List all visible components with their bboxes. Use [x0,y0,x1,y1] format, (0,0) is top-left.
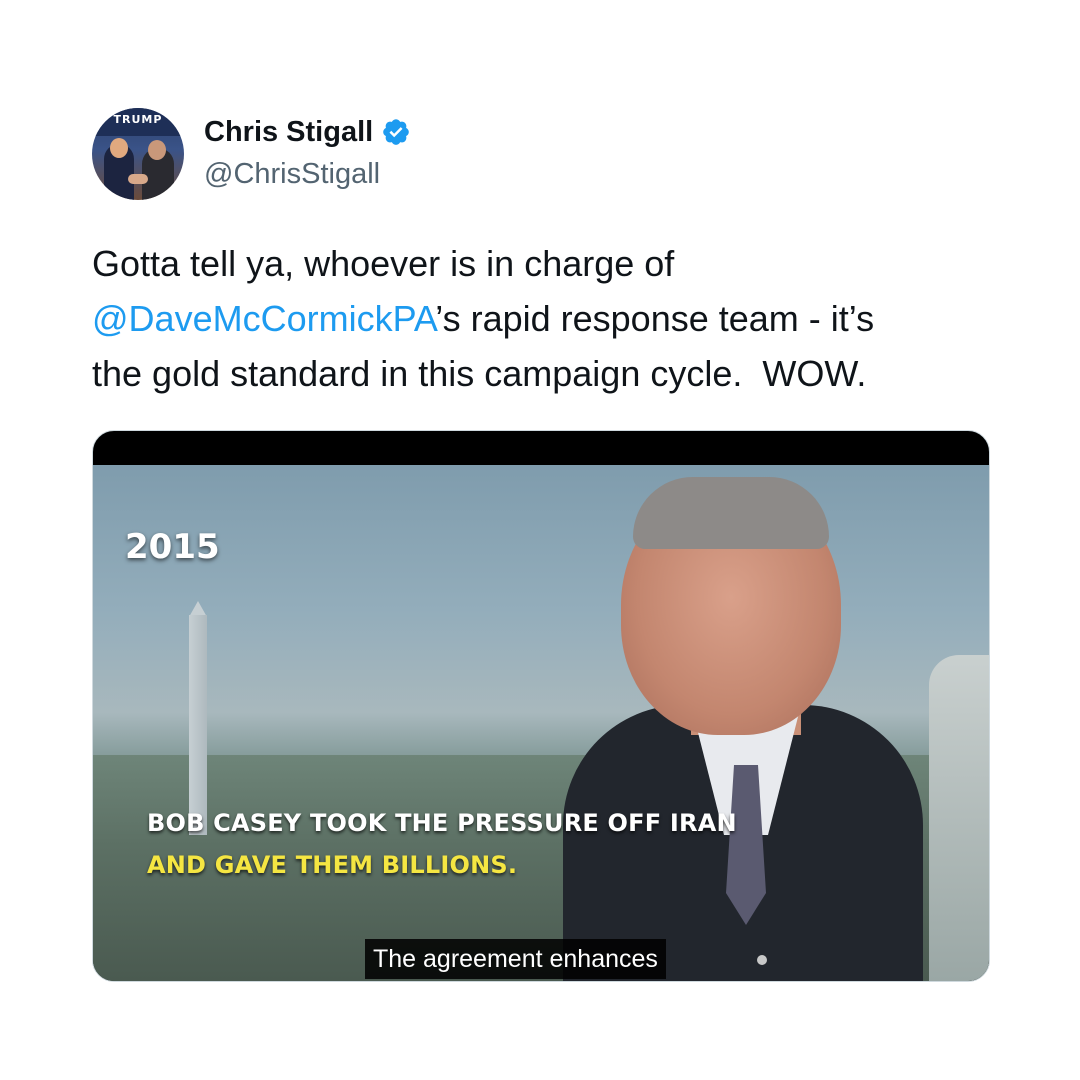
monument-image [189,615,207,835]
mention-link[interactable]: @DaveMcCormickPA [92,298,435,339]
avatar-banner-text: TRUMP [113,113,163,126]
caption-line-2: AND GAVE THEM BILLIONS. [147,851,518,879]
speaker-image [563,465,923,981]
author-handle[interactable]: @ChrisStigall [204,158,380,191]
author-name-row: Chris Stigall [204,112,411,152]
tweet-line-2: ’s rapid response team - it’s [435,298,875,339]
tweet-header: TRUMP Chris Stigall @ChrisStigall [92,104,892,200]
tweet-text: Gotta tell ya, whoever is in charge of @… [92,236,1002,401]
tweet-line-1: Gotta tell ya, whoever is in charge of [92,243,675,284]
video-subtitle: The agreement enhances [365,939,666,979]
year-label: 2015 [125,527,220,567]
author-avatar[interactable]: TRUMP [92,108,184,200]
subtitle-dot [757,955,767,965]
author-name[interactable]: Chris Stigall [204,116,373,149]
video-frame: 2015 BOB CASEY TOOK THE PRESSURE OFF IRA… [93,465,989,981]
capitol-image [929,655,989,981]
tweet-line-3: the gold standard in this campaign cycle… [92,353,867,394]
verified-badge-icon [383,119,410,145]
video-player[interactable]: 2015 BOB CASEY TOOK THE PRESSURE OFF IRA… [92,430,990,982]
caption-line-1: BOB CASEY TOOK THE PRESSURE OFF IRAN [147,809,737,837]
